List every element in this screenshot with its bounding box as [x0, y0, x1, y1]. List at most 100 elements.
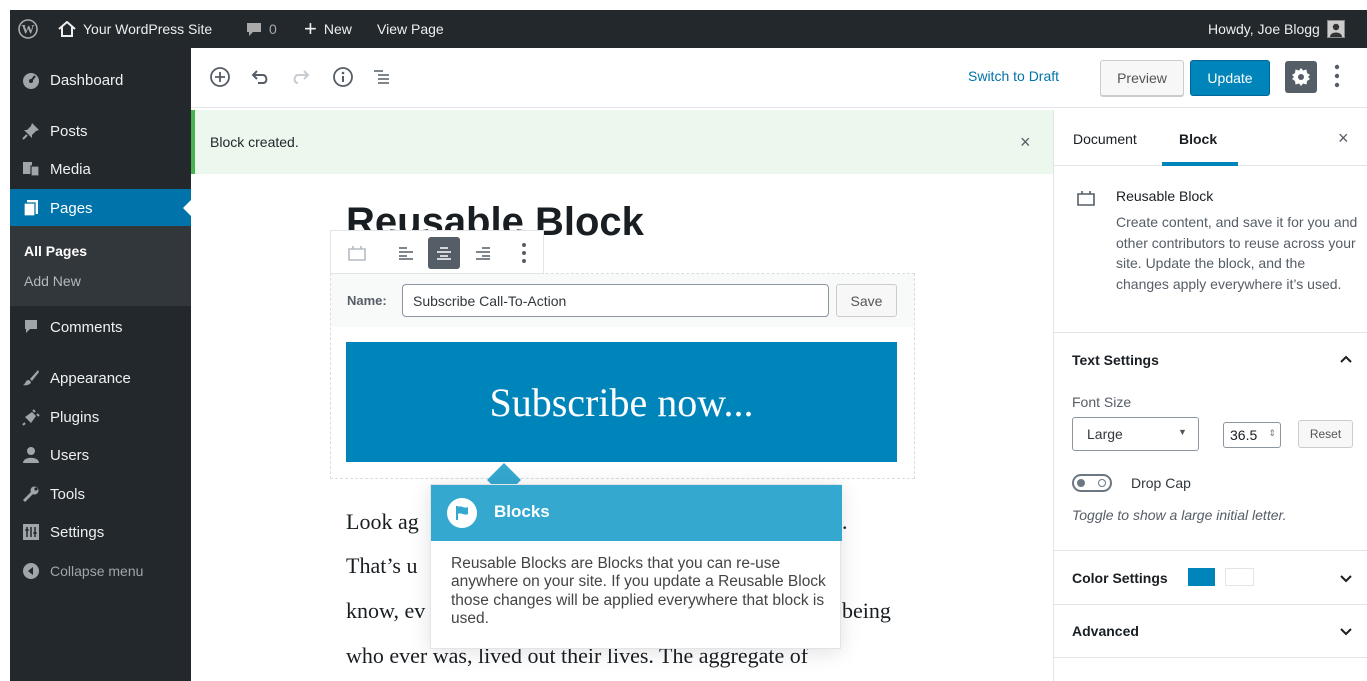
more-menu-button[interactable] [1333, 63, 1341, 94]
content-info-button[interactable] [330, 64, 356, 90]
chevron-up-icon[interactable] [1339, 354, 1353, 364]
font-size-number-value: 36.5 [1230, 427, 1258, 443]
collapse-menu-button[interactable]: Collapse menu [10, 552, 191, 590]
pin-icon [22, 123, 39, 140]
vertical-ellipsis-icon [1334, 64, 1340, 88]
notice-text: Block created. [210, 134, 299, 150]
drop-cap-toggle[interactable] [1072, 474, 1112, 492]
align-right-button[interactable] [469, 239, 497, 267]
toggle-off-indicator [1098, 479, 1106, 487]
spinner-icon[interactable]: ⇕ [1268, 428, 1276, 439]
drop-cap-help-text: Toggle to show a large initial letter. [1072, 507, 1287, 523]
admin-bar: W Your WordPress Site 0 + New View Page … [10, 10, 1367, 48]
block-more-options-button[interactable] [510, 239, 538, 267]
settings-sidebar: Document Block × Reusable Block Create c… [1053, 110, 1367, 681]
font-size-select-value: Large [1087, 426, 1123, 442]
menu-item-appearance[interactable]: Appearance [10, 359, 191, 397]
chevron-down-icon[interactable] [1339, 574, 1353, 584]
menu-item-pages[interactable]: Pages [10, 189, 191, 227]
comments-link[interactable]: 0 [246, 10, 277, 48]
menu-item-posts[interactable]: Posts [10, 112, 191, 150]
menu-item-label: Posts [50, 122, 88, 140]
align-left-icon [399, 247, 413, 260]
preview-button[interactable]: Preview [1100, 60, 1184, 96]
reusable-block-icon [348, 246, 366, 261]
menu-item-media[interactable]: Media [10, 150, 191, 188]
submenu-all-pages[interactable]: All Pages [24, 243, 87, 259]
wordpress-logo[interactable]: W [18, 10, 38, 48]
account-menu[interactable]: Howdy, Joe Blogg [1208, 10, 1345, 48]
update-button[interactable]: Update [1190, 60, 1270, 96]
save-button[interactable]: Save [836, 284, 897, 317]
menu-item-comments[interactable]: Comments [10, 308, 191, 346]
divider [1054, 657, 1367, 658]
flag-icon [447, 498, 477, 528]
avatar [1326, 20, 1345, 38]
dashboard-icon [23, 73, 39, 89]
settings-toggle-button[interactable] [1285, 61, 1317, 93]
menu-item-label: Comments [50, 318, 123, 336]
menu-item-users[interactable]: Users [10, 436, 191, 474]
add-block-button[interactable] [207, 64, 233, 90]
info-icon [333, 67, 353, 87]
reusable-block-switcher[interactable] [343, 239, 371, 267]
block-navigation-button[interactable] [369, 64, 395, 90]
name-input-value: Subscribe Call-To-Action [413, 292, 567, 309]
user-icon [23, 447, 39, 463]
color-settings-toggle[interactable]: Color Settings [1072, 570, 1168, 586]
sidebar-tabs: Document Block × [1054, 110, 1367, 166]
site-name: Your WordPress Site [83, 21, 213, 37]
tab-block[interactable]: Block [1179, 131, 1217, 147]
wordpress-icon: W [18, 19, 38, 39]
new-content-link[interactable]: + New [304, 10, 352, 48]
plus-circle-icon [210, 67, 230, 87]
tooltip-title: Blocks [494, 502, 550, 521]
undo-button[interactable] [248, 64, 274, 90]
menu-item-dashboard[interactable]: Dashboard [10, 61, 191, 99]
menu-item-plugins[interactable]: Plugins [10, 398, 191, 436]
color-indicator-text [1225, 568, 1254, 586]
paragraph-line[interactable]: Look ag [346, 509, 419, 535]
font-size-reset-button[interactable]: Reset [1298, 420, 1353, 448]
paragraph-line-end[interactable]: being [842, 598, 891, 624]
tooltip-body: Reusable Blocks are Blocks that you can … [451, 555, 826, 628]
menu-item-label: Pages [50, 199, 93, 217]
site-name-link[interactable]: Your WordPress Site [58, 10, 212, 48]
advanced-toggle[interactable]: Advanced [1072, 623, 1139, 639]
align-center-button[interactable] [428, 237, 460, 269]
text-settings-toggle[interactable]: Text Settings [1072, 352, 1159, 368]
menu-item-settings[interactable]: Settings [10, 513, 191, 551]
paragraph-line[interactable]: That’s u [346, 553, 418, 579]
chevron-down-icon[interactable] [1339, 627, 1353, 637]
tab-document[interactable]: Document [1073, 131, 1137, 147]
menu-item-label: Media [50, 160, 91, 178]
page-icon [23, 200, 38, 217]
collapse-icon [23, 563, 39, 579]
new-label: New [323, 21, 352, 37]
media-icon [23, 162, 40, 177]
drop-cap-label: Drop Cap [1131, 475, 1191, 491]
editor-header: Switch to Draft Preview Update [191, 48, 1367, 108]
font-size-number-input[interactable]: 36.5 ⇕ [1223, 422, 1281, 448]
blocks-tooltip: Blocks Reusable Blocks are Blocks that y… [430, 484, 842, 649]
name-label: Name: [347, 293, 387, 308]
menu-item-tools[interactable]: Tools [10, 475, 191, 513]
view-page-label: View Page [377, 21, 444, 37]
switch-to-draft-link[interactable]: Switch to Draft [968, 68, 1059, 84]
align-left-button[interactable] [392, 239, 420, 267]
redo-button[interactable] [287, 64, 313, 90]
toggle-knob [1077, 479, 1085, 487]
paragraph-line-end: . [842, 509, 848, 534]
menu-item-label: Dashboard [50, 71, 124, 89]
menu-item-label: Appearance [50, 369, 131, 387]
submenu-add-new[interactable]: Add New [24, 273, 81, 289]
font-size-select[interactable]: Large ▼ [1072, 417, 1199, 451]
view-page-link[interactable]: View Page [377, 10, 444, 48]
subscribe-cta-block[interactable]: Subscribe now... [346, 342, 897, 462]
sidebar-close-icon[interactable]: × [1338, 128, 1349, 149]
paragraph-line[interactable]: know, ev [346, 598, 425, 624]
brush-icon [23, 370, 39, 386]
home-icon [58, 21, 76, 37]
reusable-block-name-input[interactable]: Subscribe Call-To-Action [402, 284, 829, 317]
notice-close-icon[interactable]: × [1020, 132, 1031, 153]
